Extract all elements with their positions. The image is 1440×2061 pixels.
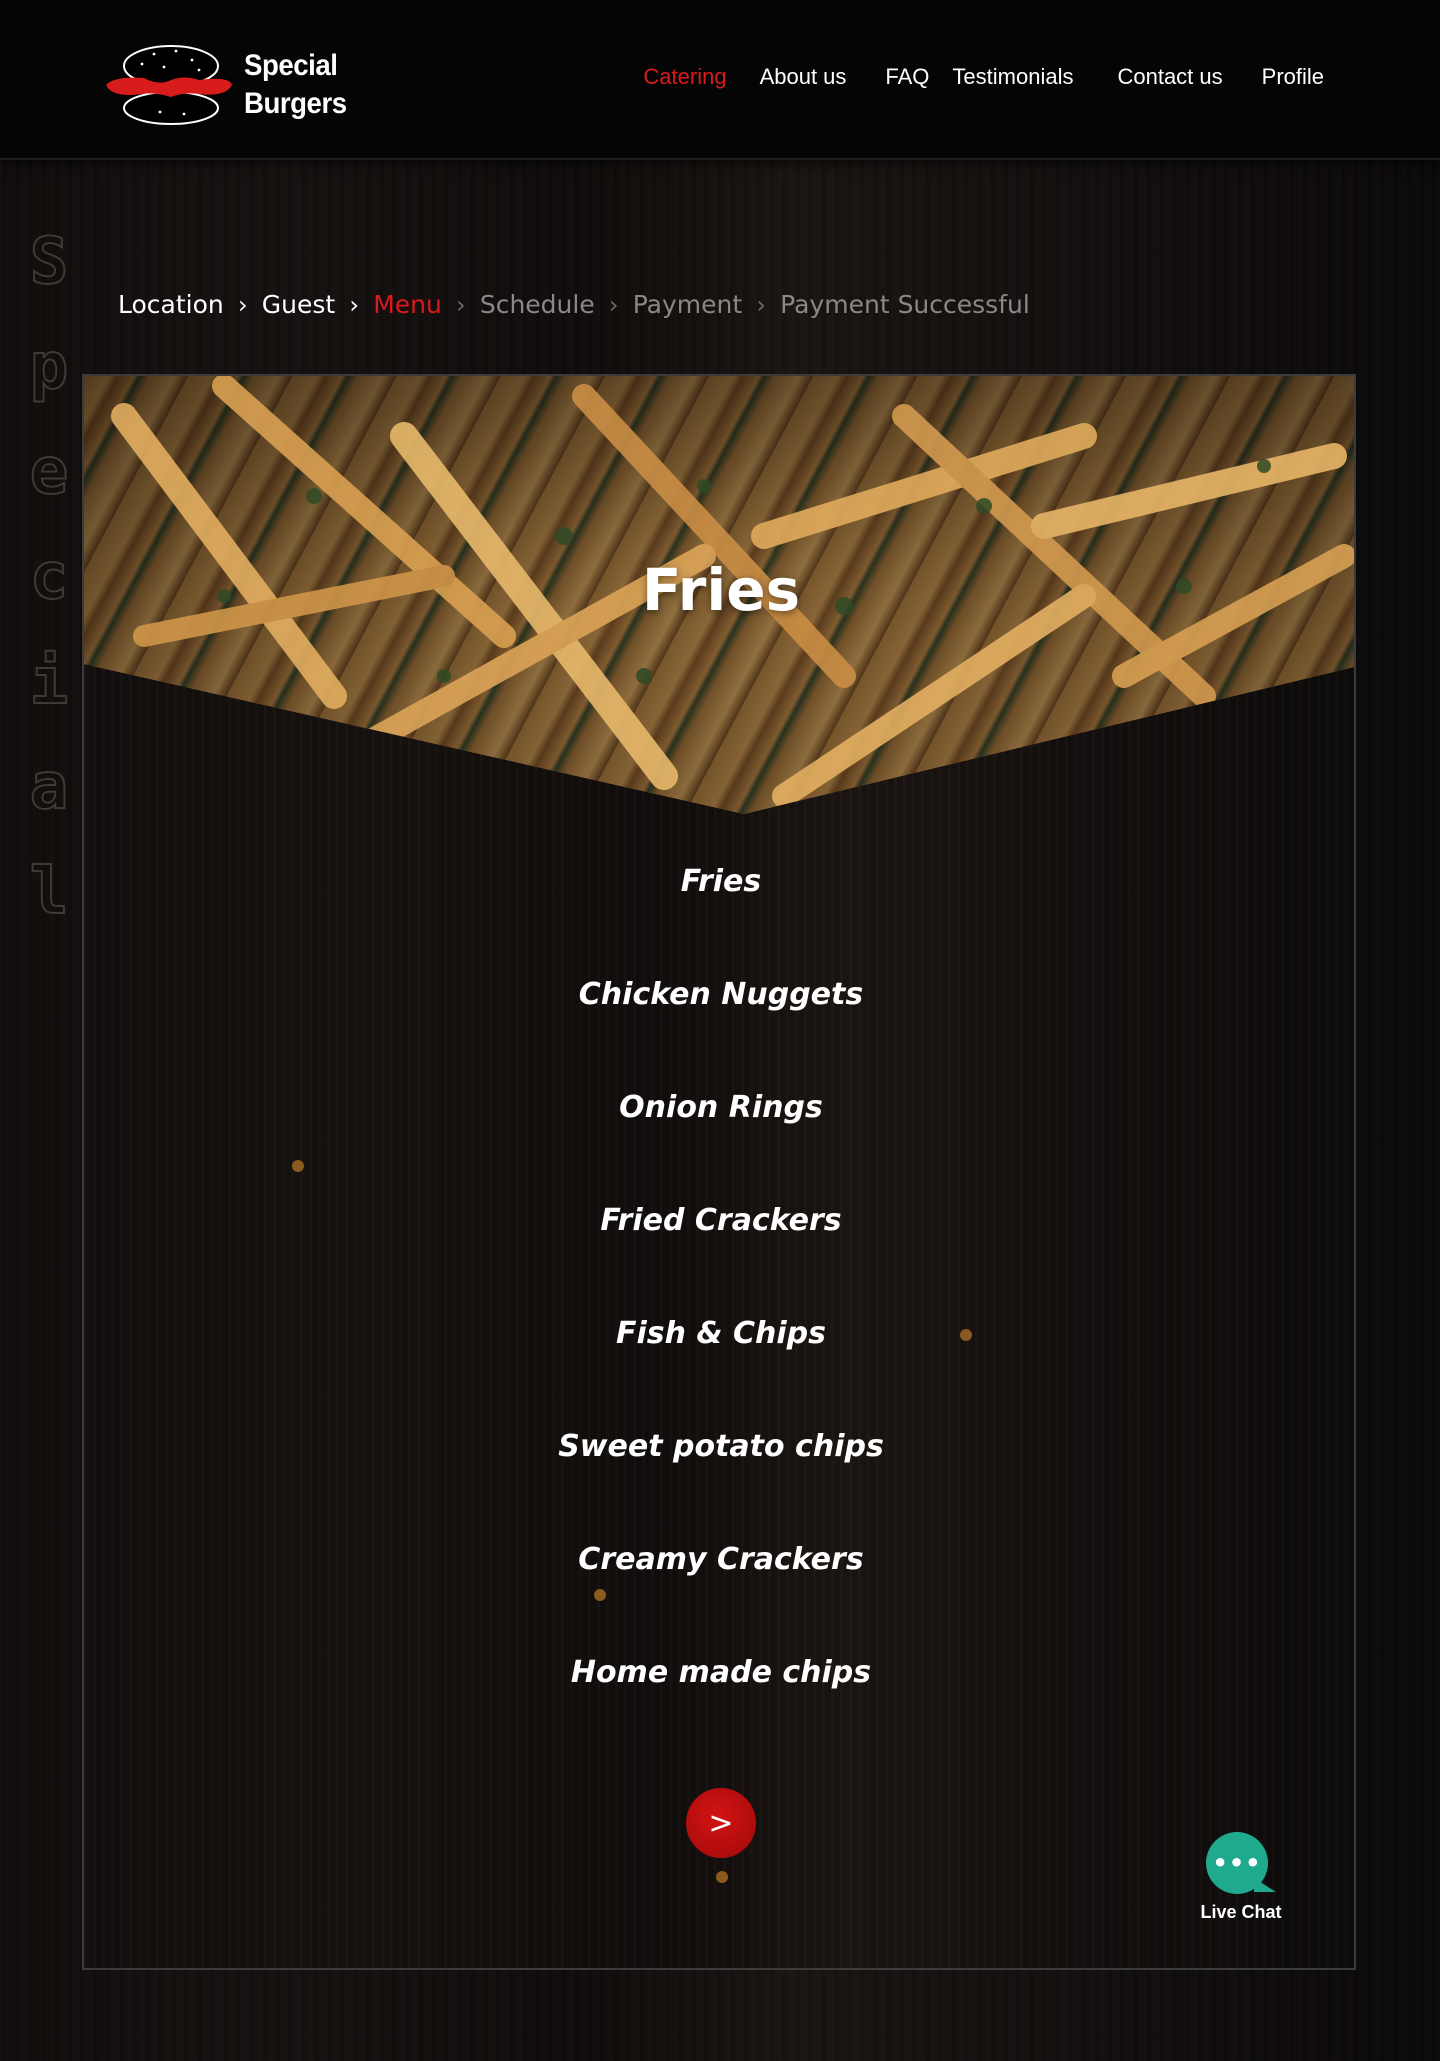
- brand-line-1: Special: [244, 49, 338, 82]
- live-chat-label: Live Chat: [1200, 1902, 1282, 1922]
- nav-profile[interactable]: Profile: [1262, 64, 1324, 90]
- menu-item-fried-crackers[interactable]: Fried Crackers: [84, 1201, 1354, 1314]
- site-header: Special Burgers Catering About us FAQ Te…: [0, 0, 1440, 160]
- vertical-letter: l: [29, 854, 70, 930]
- menu-item-home-made-chips[interactable]: Home made chips: [84, 1653, 1354, 1766]
- chat-bubble-icon[interactable]: •••: [1206, 1832, 1276, 1894]
- live-chat-widget[interactable]: ••• Live Chat: [1196, 1832, 1286, 1923]
- breadcrumb-payment: Payment: [632, 290, 743, 319]
- vertical-letter: a: [29, 749, 70, 825]
- chevron-right-icon: ›: [756, 290, 766, 319]
- next-step-button[interactable]: >: [686, 1788, 756, 1858]
- vertical-letter: e: [29, 434, 70, 510]
- breadcrumb-schedule: Schedule: [479, 290, 595, 319]
- brand-logo[interactable]: Special Burgers: [104, 42, 364, 132]
- menu-item-fish-and-chips[interactable]: Fish & Chips: [84, 1314, 1354, 1427]
- nav-faq[interactable]: FAQ: [885, 64, 929, 90]
- chevron-right-icon: >: [708, 1805, 734, 1841]
- nav-testimonials[interactable]: Testimonials: [952, 64, 1073, 90]
- breadcrumb-menu: Menu: [373, 290, 442, 319]
- menu-item-onion-rings[interactable]: Onion Rings: [84, 1088, 1354, 1201]
- menu-item-chicken-nuggets[interactable]: Chicken Nuggets: [84, 975, 1354, 1088]
- checkout-breadcrumb: Location › Guest › Menu › Schedule › Pay…: [118, 290, 1030, 319]
- category-hero-image: Fries: [84, 376, 1354, 814]
- category-item-list: Fries Chicken Nuggets Onion Rings Fried …: [84, 862, 1354, 1766]
- chevron-right-icon: ›: [456, 290, 466, 319]
- vertical-letter: p: [29, 329, 70, 405]
- vertical-letter: S: [29, 224, 70, 300]
- menu-item-fries[interactable]: Fries: [84, 862, 1354, 975]
- burger-logo-icon: [106, 45, 232, 125]
- menu-category-card: Fries Fries Chicken Nuggets Onion Rings …: [82, 374, 1356, 1970]
- vertical-letter: i: [29, 644, 70, 720]
- breadcrumb-location[interactable]: Location: [118, 290, 224, 319]
- nav-catering[interactable]: Catering: [643, 64, 726, 90]
- wood-knot-dot: [292, 1160, 304, 1172]
- menu-item-creamy-crackers[interactable]: Creamy Crackers: [84, 1540, 1354, 1653]
- chat-dots: •••: [1212, 1849, 1262, 1877]
- wood-knot-dot: [716, 1871, 728, 1883]
- nav-contact-us[interactable]: Contact us: [1117, 64, 1222, 90]
- category-title: Fries: [641, 556, 801, 624]
- breadcrumb-guest[interactable]: Guest: [262, 290, 335, 319]
- chevron-right-icon: ›: [349, 290, 359, 319]
- breadcrumb-payment-successful: Payment Successful: [780, 290, 1030, 319]
- wood-knot-dot: [960, 1329, 972, 1341]
- chevron-right-icon: ›: [608, 290, 619, 319]
- main-nav: Catering About us FAQ Testimonials Conta…: [643, 64, 1324, 90]
- chevron-right-icon: ›: [237, 290, 248, 319]
- vertical-letter: c: [29, 539, 70, 615]
- menu-item-sweet-potato-chips[interactable]: Sweet potato chips: [84, 1427, 1354, 1540]
- brand-line-2: Burgers: [244, 87, 347, 120]
- vertical-brand-word: S p e c i a l: [18, 210, 80, 945]
- brand-name: Special Burgers: [244, 47, 347, 123]
- wood-knot-dot: [594, 1589, 606, 1601]
- nav-about-us[interactable]: About us: [760, 64, 847, 90]
